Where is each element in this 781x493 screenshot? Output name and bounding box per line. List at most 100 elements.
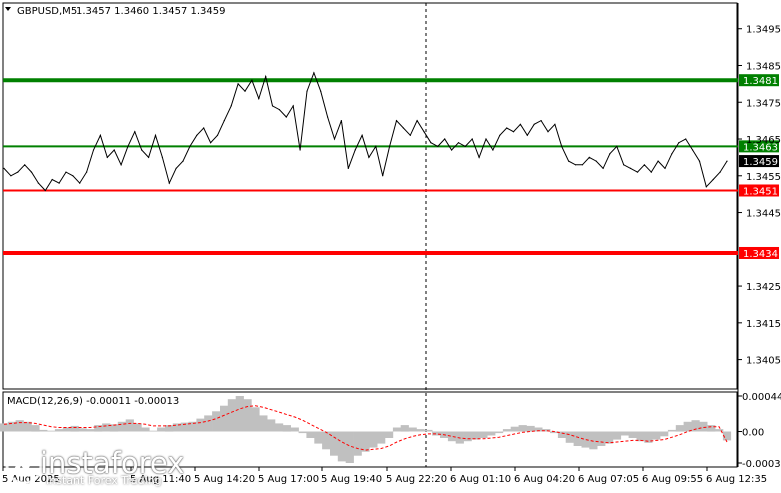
- level-label: 1.3434: [743, 249, 778, 260]
- price-point: [375, 145, 377, 147]
- price-point: [65, 171, 67, 173]
- price-point: [141, 149, 143, 151]
- price-point: [44, 189, 46, 192]
- price-point: [402, 127, 404, 129]
- macd-bar: [502, 429, 512, 432]
- price-point: [382, 175, 384, 177]
- price-point: [609, 153, 611, 155]
- price-point: [547, 131, 549, 133]
- price-point: [86, 171, 88, 173]
- price-point: [175, 167, 177, 169]
- price-point: [216, 134, 219, 136]
- macd-bar: [31, 425, 40, 432]
- macd-bar: [369, 431, 378, 448]
- macd-bar: [589, 431, 598, 450]
- macd-bar: [102, 423, 111, 432]
- price-point: [540, 120, 542, 122]
- macd-bar: [699, 421, 708, 432]
- price-point: [368, 156, 370, 158]
- price-point: [588, 156, 590, 158]
- macd-bar: [267, 419, 276, 432]
- price-point: [306, 90, 308, 92]
- price-point: [92, 149, 95, 151]
- price-point: [444, 138, 446, 140]
- macd-bar: [675, 425, 684, 432]
- macd-bar: [479, 431, 488, 438]
- price-point: [320, 90, 322, 92]
- price-point: [485, 138, 487, 140]
- macd-bar: [660, 431, 669, 437]
- price-point: [327, 116, 329, 118]
- macd-bar: [39, 429, 48, 432]
- price-point: [244, 90, 246, 92]
- price-point: [457, 142, 460, 144]
- price-point: [581, 164, 584, 166]
- price-point: [333, 138, 336, 140]
- price-point: [230, 105, 232, 107]
- macd-bar: [314, 431, 323, 444]
- price-point: [506, 127, 508, 129]
- macd-bar: [377, 431, 386, 444]
- y-tick-label: 1.3445: [746, 209, 781, 220]
- price-point: [409, 134, 411, 136]
- price-point: [285, 116, 287, 118]
- macd-bar: [290, 427, 299, 432]
- price-point: [561, 145, 563, 147]
- x-tick-label: 5 Aug 19:40: [321, 474, 382, 485]
- x-tick-label: 5 Aug 14:20: [194, 474, 255, 485]
- price-point: [389, 145, 391, 147]
- price-point: [51, 178, 53, 181]
- price-point: [196, 134, 198, 136]
- price-point: [79, 182, 81, 184]
- trading-chart[interactable]: 1.3481 1.3463 1.3451 1.3434 1.3459 1.3405 1.3…: [0, 0, 781, 489]
- price-point: [17, 171, 19, 173]
- macd-bar: [416, 429, 425, 432]
- y-tick-label: 1.3415: [746, 319, 781, 330]
- price-point: [698, 160, 701, 162]
- price-point: [492, 149, 494, 151]
- price-point: [630, 167, 632, 169]
- logo-mark-icon: [5, 447, 43, 485]
- price-point: [464, 145, 466, 147]
- price-point: [299, 149, 301, 151]
- macd-bar: [463, 431, 472, 442]
- price-point: [161, 156, 163, 158]
- macd-bar: [141, 427, 150, 432]
- macd-bar: [54, 429, 64, 432]
- macd-bar: [306, 431, 315, 438]
- price-point: [678, 142, 680, 144]
- macd-bar: [605, 431, 614, 444]
- price-point: [657, 160, 659, 162]
- macd-bar: [408, 427, 417, 432]
- price-point: [292, 105, 294, 107]
- x-tick-label: 6 Aug 09:55: [642, 474, 703, 485]
- macd-bar: [117, 421, 126, 432]
- macd-bar: [385, 431, 394, 438]
- price-point: [37, 182, 40, 184]
- price-point: [650, 171, 652, 173]
- macd-bar: [220, 405, 229, 432]
- y-tick-label: 1.3455: [746, 172, 781, 183]
- macd-bar: [715, 429, 724, 432]
- macd-bar: [628, 431, 637, 438]
- price-point: [423, 131, 425, 133]
- price-point: [278, 109, 280, 111]
- y-tick-label: 1.3485: [746, 61, 781, 72]
- x-tick-label: 6 Aug 01:10: [450, 474, 511, 485]
- x-tick-label: 6 Aug 12:35: [706, 474, 767, 485]
- price-point: [361, 134, 363, 136]
- macd-bar: [125, 419, 134, 432]
- chart-ohlc: 1.3457 1.3460 1.3457 1.3459: [76, 6, 226, 17]
- macd-bar: [510, 426, 519, 432]
- macd-bar: [581, 431, 590, 448]
- price-point: [148, 156, 150, 158]
- price-point: [602, 167, 604, 169]
- price-point: [168, 182, 170, 184]
- macd-y-tick-label: 0.00044: [742, 392, 781, 403]
- y-tick-label: 1.3475: [746, 98, 781, 109]
- price-point: [251, 79, 253, 81]
- logo-tagline: Instant Forex Trading: [46, 474, 162, 487]
- macd-bar: [149, 430, 158, 432]
- price-point: [354, 149, 356, 151]
- price-point: [99, 134, 101, 136]
